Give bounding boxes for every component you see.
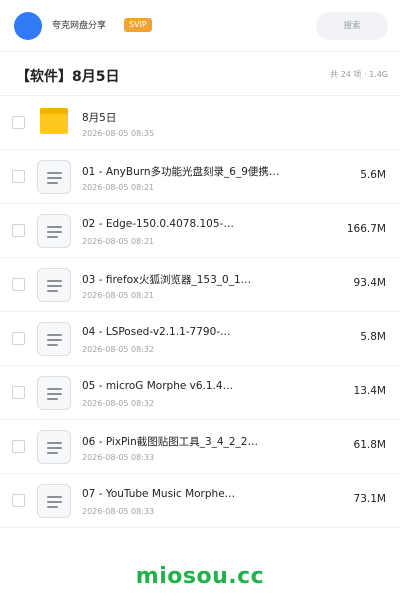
select-checkbox[interactable]: [12, 332, 25, 345]
svip-badge: SVIP: [124, 18, 152, 32]
file-date: 2026-08-05 08:33: [82, 507, 155, 516]
top-bar: 夸克网盘分享 SVIP 搜索: [0, 0, 400, 52]
file-size: 5.6M: [360, 169, 386, 181]
file-size: 73.1M: [353, 493, 386, 505]
watermark: miosou.cc: [135, 564, 265, 589]
file-name: 02 - Edge-150.0.4078.105-…: [82, 218, 234, 230]
folder-header: 【软件】8月5日 共 24 项 · 1.4G: [0, 52, 400, 96]
file-name: 06 - PixPin截图贴图工具_3_4_2_2…: [82, 436, 258, 448]
file-name: 8月5日: [82, 112, 117, 124]
file-icon: [37, 376, 71, 410]
list-item[interactable]: 05 - microG Morphe v6.1.4… 2026-08-05 08…: [0, 366, 400, 420]
file-date: 2026-08-05 08:21: [82, 291, 155, 300]
select-checkbox[interactable]: [12, 170, 25, 183]
file-date: 2026-08-05 08:21: [82, 237, 155, 246]
folder-summary: 共 24 项 · 1.4G: [330, 70, 388, 79]
list-item[interactable]: 02 - Edge-150.0.4078.105-… 2026-08-05 08…: [0, 204, 400, 258]
file-icon: [37, 322, 71, 356]
list-item[interactable]: 04 - LSPosed-v2.1.1-7790-… 2026-08-05 08…: [0, 312, 400, 366]
list-item[interactable]: 03 - firefox火狐浏览器_153_0_1… 2026-08-05 08…: [0, 258, 400, 312]
select-checkbox[interactable]: [12, 386, 25, 399]
file-size: 166.7M: [346, 223, 386, 235]
file-name: 07 - YouTube Music Morphe…: [82, 488, 236, 500]
file-icon: [37, 484, 71, 518]
file-date: 2026-08-05 08:32: [82, 345, 155, 354]
file-name: 01 - AnyBurn多功能光盘刻录_6_9便携…: [82, 166, 280, 178]
page-title: 【软件】8月5日: [16, 69, 120, 85]
file-date: 2026-08-05 08:21: [82, 183, 155, 192]
list-item[interactable]: 07 - YouTube Music Morphe… 2026-08-05 08…: [0, 474, 400, 528]
file-name: 05 - microG Morphe v6.1.4…: [82, 380, 234, 392]
file-icon: [37, 214, 71, 248]
select-checkbox[interactable]: [12, 224, 25, 237]
file-date: 2026-08-05 08:33: [82, 453, 155, 462]
list-item[interactable]: 06 - PixPin截图贴图工具_3_4_2_2… 2026-08-05 08…: [0, 420, 400, 474]
select-checkbox[interactable]: [12, 278, 25, 291]
file-size: 13.4M: [353, 385, 386, 397]
select-checkbox[interactable]: [12, 440, 25, 453]
search-button[interactable]: 搜索: [316, 12, 388, 40]
file-name: 04 - LSPosed-v2.1.1-7790-…: [82, 326, 231, 338]
file-size: 61.8M: [353, 439, 386, 451]
list-item[interactable]: 8月5日 2026-08-05 08:35: [0, 96, 400, 150]
select-checkbox[interactable]: [12, 494, 25, 507]
file-date: 2026-08-05 08:32: [82, 399, 155, 408]
list-item[interactable]: 01 - AnyBurn多功能光盘刻录_6_9便携… 2026-08-05 08…: [0, 150, 400, 204]
folder-icon: [40, 108, 68, 134]
brand-name: 夸克网盘分享: [52, 21, 107, 31]
file-date: 2026-08-05 08:35: [82, 129, 155, 138]
file-name: 03 - firefox火狐浏览器_153_0_1…: [82, 274, 252, 286]
avatar[interactable]: [14, 12, 42, 40]
file-size: 5.8M: [360, 331, 386, 343]
select-checkbox[interactable]: [12, 116, 25, 129]
file-icon: [37, 430, 71, 464]
file-icon: [37, 160, 71, 194]
file-icon: [37, 268, 71, 302]
file-size: 93.4M: [353, 277, 386, 289]
file-list: 8月5日 2026-08-05 08:35 01 - AnyBurn多功能光盘刻…: [0, 96, 400, 528]
